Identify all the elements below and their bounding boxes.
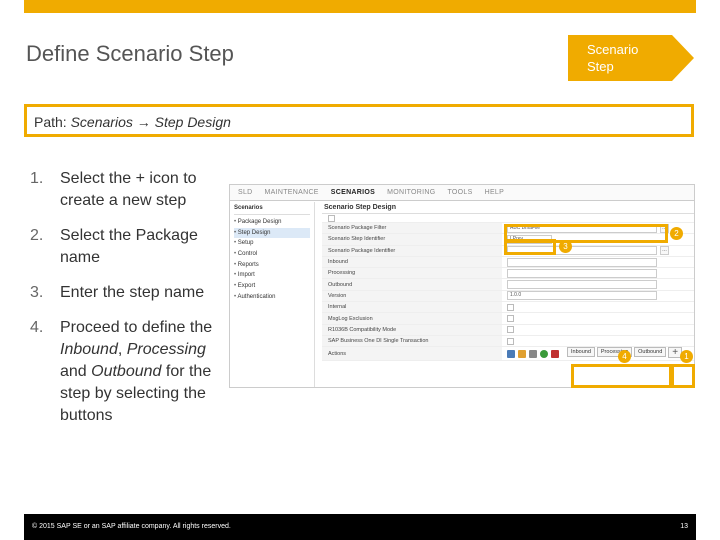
instruction-list: 1. Select the + icon to create a new ste… <box>30 168 225 440</box>
sidebar-item-export[interactable]: Export <box>234 281 310 292</box>
select-all-checkbox[interactable] <box>328 214 335 222</box>
sidebar-item-import[interactable]: Import <box>234 270 310 281</box>
callout-marker-2: 2 <box>670 227 683 240</box>
step-text-part: Proceed to define the <box>60 319 213 336</box>
field-label: Scenario Step Identifier <box>322 234 502 245</box>
copyright-text: © 2015 SAP SE or an SAP affiliate compan… <box>32 523 231 530</box>
sidebar-title: Scenarios <box>234 205 310 215</box>
page-number: 13 <box>680 523 688 530</box>
highlight-action-buttons <box>571 364 672 388</box>
step-text: Enter the step name <box>60 284 205 301</box>
field-label: Outbound <box>322 279 502 290</box>
copy-icon[interactable] <box>529 349 537 358</box>
save-icon[interactable] <box>518 349 526 358</box>
app-sidebar: Scenarios Package Design Step Design Set… <box>230 202 315 387</box>
sidebar-item-step-design[interactable]: Step Design <box>234 227 310 239</box>
instruction-step: 2. Select the Package name <box>30 225 225 269</box>
form-row: Outbound <box>322 279 694 291</box>
step-text-emphasis: Inbound <box>60 341 118 358</box>
value-help-button[interactable]: … <box>660 246 669 256</box>
step-number: 2. <box>30 227 44 244</box>
step-number: 4. <box>30 319 44 336</box>
step-text-emphasis: Processing <box>126 341 206 358</box>
field-label: Version <box>322 290 502 302</box>
form-row: SAP Business One DI Single Transaction <box>322 335 694 348</box>
field-label: Actions <box>322 347 502 361</box>
nav-item-tools[interactable]: TOOLS <box>447 189 472 196</box>
actions-row: Actions Inbound Processing Outbound + <box>322 347 694 362</box>
field-label: R1036B Compatibility Mode <box>322 324 502 335</box>
field-label: Internal <box>322 302 502 313</box>
file-icon[interactable] <box>507 349 515 358</box>
sidebar-item-control[interactable]: Control <box>234 249 310 260</box>
instruction-step: 4. Proceed to define the Inbound, Proces… <box>30 317 225 427</box>
field-label: Scenario Package Filter <box>322 223 502 234</box>
internal-checkbox[interactable] <box>507 303 514 311</box>
nav-item-maintenance[interactable]: MAINTENANCE <box>265 189 319 196</box>
field-label: Inbound <box>322 256 502 268</box>
field-label: Scenario Package Identifier <box>322 245 502 256</box>
top-accent-bar <box>24 0 696 13</box>
callout-marker-1: 1 <box>680 350 693 363</box>
step-text: Select the + icon to create a new step <box>60 170 197 209</box>
nav-item-sld[interactable]: SLD <box>238 189 253 196</box>
step-text-part: , <box>117 341 127 358</box>
step-text: Proceed to define the Inbound, Processin… <box>60 317 225 427</box>
app-nav-bar: SLD MAINTENANCE SCENARIOS MONITORING TOO… <box>230 185 694 201</box>
field-label: Processing <box>322 268 502 279</box>
sidebar-item-package-design[interactable]: Package Design <box>234 217 310 228</box>
inbound-button[interactable]: Inbound <box>567 347 595 358</box>
outbound-field[interactable] <box>507 280 657 290</box>
form-row: Inbound <box>322 256 694 269</box>
check-icon[interactable] <box>540 349 548 358</box>
nav-item-help[interactable]: HELP <box>485 189 505 196</box>
section-badge: Scenario Step <box>568 35 694 81</box>
highlight-add-button <box>671 364 695 388</box>
panel-title: Scenario Step Design <box>322 202 694 214</box>
slide-footer: © 2015 SAP SE or an SAP affiliate compan… <box>24 514 696 540</box>
compatibility-mode-checkbox[interactable] <box>507 326 514 334</box>
badge-line-2: Step <box>587 59 614 74</box>
instruction-step: 3. Enter the step name <box>30 282 225 304</box>
form-row: Version 1.0.0 <box>322 290 694 303</box>
msglog-exclusion-checkbox[interactable] <box>507 315 514 323</box>
navigation-path: Path: Scenarios → Step Design <box>24 104 694 137</box>
nav-item-monitoring[interactable]: MONITORING <box>387 189 435 196</box>
badge-line-1: Scenario <box>587 42 639 57</box>
form-row: MsgLog Exclusion <box>322 313 694 325</box>
field-label: SAP Business One DI Single Transaction <box>322 335 502 347</box>
sidebar-item-authentication[interactable]: Authentication <box>234 292 310 303</box>
nav-item-scenarios[interactable]: SCENARIOS <box>331 189 375 196</box>
step-text: Select the Package name <box>60 227 198 266</box>
callout-marker-3: 3 <box>559 240 572 253</box>
callout-marker-4: 4 <box>618 350 631 363</box>
processing-field[interactable] <box>507 268 657 278</box>
delete-icon[interactable] <box>551 349 559 358</box>
action-icon-group <box>507 349 559 358</box>
form-row: Processing <box>322 268 694 280</box>
sidebar-item-setup[interactable]: Setup <box>234 238 310 249</box>
highlight-package-field <box>504 224 668 243</box>
field-label: MsgLog Exclusion <box>322 313 502 324</box>
path-value: Scenarios → Step Design <box>70 114 231 130</box>
path-prefix: Path: <box>34 114 71 130</box>
step-text-emphasis: Outbound <box>91 363 162 380</box>
form-row <box>322 214 694 223</box>
outbound-button[interactable]: Outbound <box>634 347 667 358</box>
inbound-field[interactable] <box>507 257 657 267</box>
form-row: R1036B Compatibility Mode <box>322 324 694 336</box>
sidebar-item-reports[interactable]: Reports <box>234 260 310 271</box>
instruction-step: 1. Select the + icon to create a new ste… <box>30 168 225 212</box>
single-transaction-checkbox[interactable] <box>507 337 514 345</box>
step-text-part: and <box>60 363 92 380</box>
step-number: 1. <box>30 170 44 187</box>
version-field[interactable]: 1.0.0 <box>507 291 657 301</box>
form-row: Internal <box>322 302 694 314</box>
slide-title: Define Scenario Step <box>26 41 234 66</box>
step-number: 3. <box>30 284 44 301</box>
